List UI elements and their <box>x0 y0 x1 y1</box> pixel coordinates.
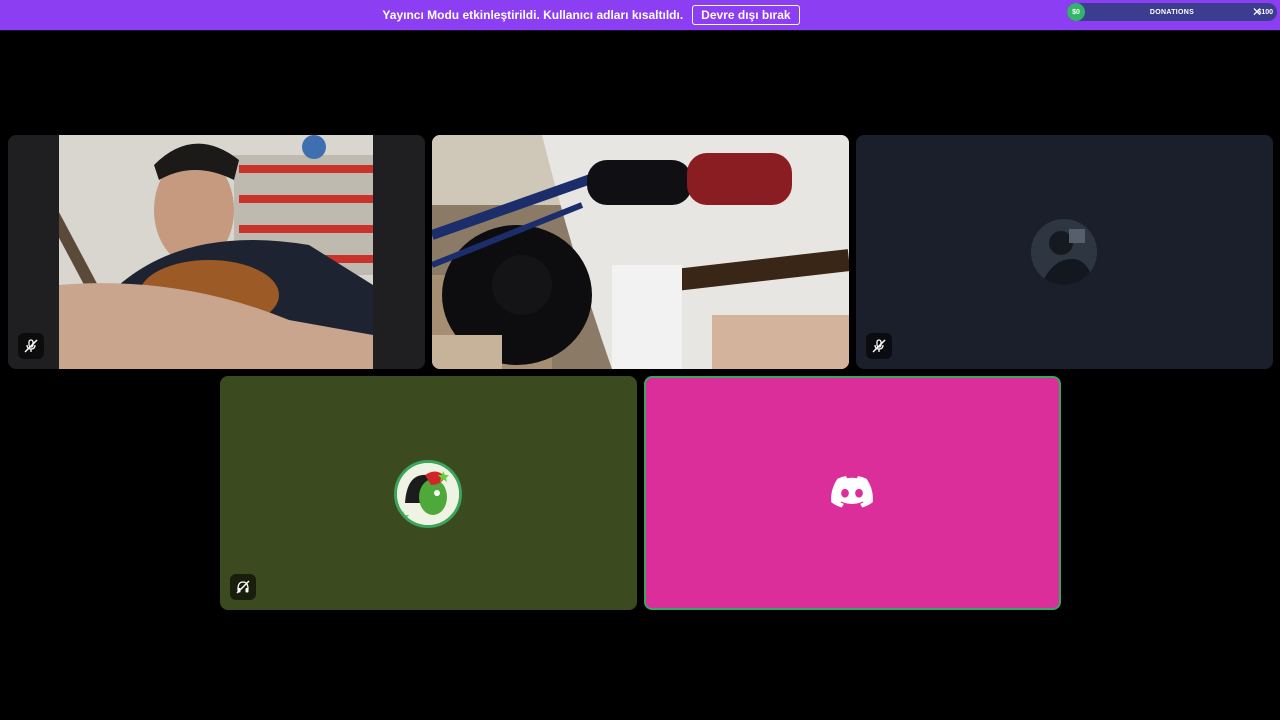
video-tile-1[interactable] <box>8 135 425 369</box>
deafened-icon <box>236 580 250 594</box>
avatar-image <box>1031 219 1097 285</box>
deafened-badge <box>230 574 256 600</box>
mic-muted-icon <box>24 339 38 353</box>
disable-streamer-mode-button[interactable]: Devre dışı bırak <box>692 5 800 25</box>
donations-progress-bar: $0 DONATIONS $100 <box>1067 3 1277 21</box>
avatar <box>1031 219 1097 285</box>
notice-text: Yayıncı Modu etkinleştirildi. Kullanıcı … <box>382 8 684 22</box>
video-tile-5[interactable] <box>644 376 1061 610</box>
discord-icon <box>831 476 873 508</box>
camera-feed <box>59 135 373 369</box>
mic-muted-icon <box>872 339 886 353</box>
camera-feed <box>432 135 849 369</box>
video-tile-3[interactable] <box>856 135 1273 369</box>
close-icon[interactable]: ✕ <box>1250 5 1264 19</box>
avatar <box>394 460 462 528</box>
avatar-image <box>397 463 459 525</box>
video-tile-2[interactable] <box>432 135 849 369</box>
mic-muted-badge <box>866 333 892 359</box>
donations-title: DONATIONS <box>1149 8 1195 16</box>
video-tile-4[interactable] <box>220 376 637 610</box>
mic-muted-badge <box>18 333 44 359</box>
